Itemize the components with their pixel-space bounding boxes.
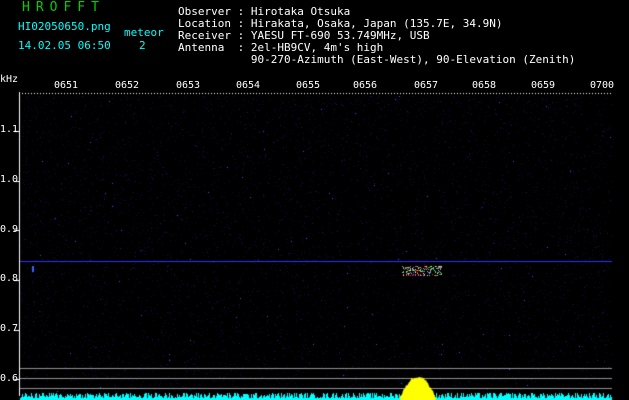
datetime: 14.02.05 06:50 (18, 39, 111, 52)
y-tick-label: 0.8 (0, 273, 19, 284)
x-tick-label: 0653 (176, 80, 201, 91)
y-tick-label: 1.1 (0, 124, 19, 135)
filename: HI02050650.png (18, 20, 111, 33)
app-brand: HROFFT (22, 0, 105, 15)
y-axis-unit: kHz (0, 74, 19, 85)
x-tick-label: 0654 (236, 80, 261, 91)
y-tick-label: 0.9 (0, 224, 19, 235)
x-tick-label: 0657 (414, 80, 439, 91)
y-tick-label: 0.7 (0, 323, 19, 334)
x-tick-label: 0655 (296, 80, 321, 91)
x-tick-label: 0659 (531, 80, 556, 91)
x-tick-label: 0651 (54, 80, 79, 91)
x-tick-label: 0658 (472, 80, 497, 91)
x-tick-label: 0656 (353, 80, 378, 91)
meteor-count: 2 (139, 39, 146, 52)
x-tick-label: 0652 (115, 80, 140, 91)
y-tick-label: 1.0 (0, 174, 19, 185)
x-tick-label: 0700 (590, 80, 615, 91)
meteor-label: meteor (124, 26, 164, 39)
y-tick-label: 0.6 (0, 373, 19, 384)
antenna-line-2: 90-270-Azimuth (East-West), 90-Elevation… (178, 53, 576, 66)
